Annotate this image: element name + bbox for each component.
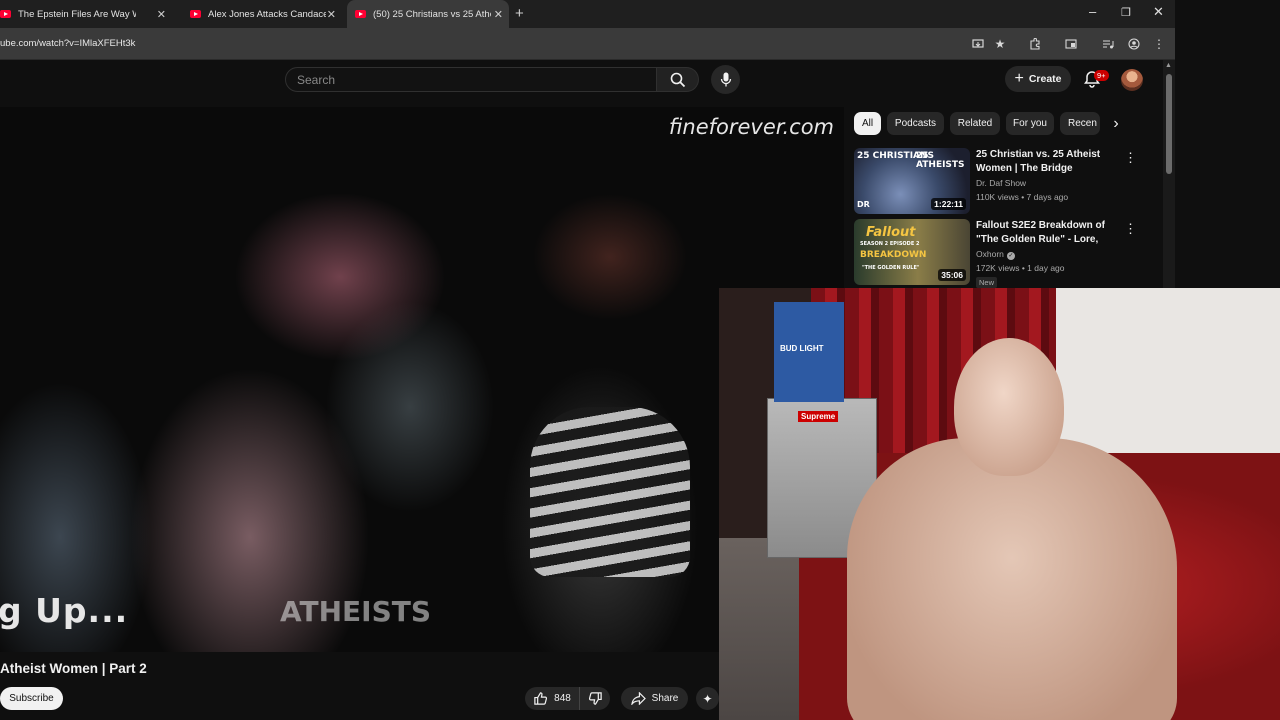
webcam-wall — [1051, 288, 1280, 468]
scroll-up-arrow-icon[interactable]: ▲ — [1165, 62, 1172, 69]
thumbnail-text: "THE GOLDEN RULE" — [862, 265, 920, 271]
chip-related[interactable]: Related — [950, 112, 1000, 135]
share-label: Share — [651, 693, 679, 704]
close-window-icon[interactable]: ✕ — [1153, 4, 1164, 20]
browser-menu-icon[interactable]: ⋮ — [1151, 36, 1167, 52]
like-count: 848 — [554, 693, 571, 704]
tab-title: (50) 25 Christians vs 25 Atheist — [373, 8, 491, 20]
address-bar: ube.com/watch?v=IMlaXFEHt3k ★ ⋮ — [0, 28, 1175, 60]
bookmark-star-icon[interactable]: ★ — [992, 36, 1008, 52]
beer-box-label: BUD LIGHT — [780, 344, 824, 353]
search-icon — [670, 72, 685, 87]
video-frame — [0, 107, 844, 652]
video-frame-sweater — [530, 407, 690, 577]
recommendation-item[interactable]: Fallout SEASON 2 EPISODE 2 BREAKDOWN "TH… — [854, 219, 1154, 288]
media-control-icon[interactable] — [1100, 36, 1116, 52]
youtube-favicon-icon — [190, 10, 201, 18]
create-button[interactable]: + Create — [1005, 66, 1071, 92]
chip-all[interactable]: All — [854, 112, 881, 135]
create-label: Create — [1028, 73, 1062, 85]
install-app-icon[interactable] — [970, 36, 986, 52]
scroll-thumb[interactable] — [1166, 74, 1172, 174]
youtube-favicon-icon — [355, 10, 366, 18]
youtube-favicon-icon — [0, 10, 11, 18]
browser-tab[interactable]: Alex Jones Attacks Candace Ov ✕ — [182, 0, 342, 28]
recommendation-title[interactable]: Fallout S2E2 Breakdown of "The Golden Ru… — [976, 219, 1124, 247]
chip-for-you[interactable]: For you — [1006, 112, 1054, 135]
like-dislike-group: 848 — [525, 687, 610, 710]
like-button[interactable]: 848 — [525, 687, 580, 710]
close-tab-icon[interactable]: ✕ — [157, 8, 166, 21]
video-title: Atheist Women | Part 2 — [0, 661, 147, 676]
browser-tab[interactable]: The Epstein Files Are Way Wors ✕ — [0, 0, 172, 28]
thumbnail-text: BREAKDOWN — [860, 250, 927, 260]
webcam-overlay: Supreme BUD LIGHT — [719, 288, 1280, 720]
search-input[interactable] — [286, 68, 656, 91]
thumbnail-text: SEASON 2 EPISODE 2 — [860, 241, 920, 247]
thumbnail-logo: DR — [857, 200, 870, 209]
profile-icon[interactable] — [1126, 36, 1142, 52]
search-box[interactable] — [285, 67, 657, 92]
more-options-icon[interactable]: ⋮ — [1124, 150, 1137, 166]
video-duration: 1:22:11 — [931, 198, 966, 210]
fridge-sticker: Supreme — [798, 411, 839, 422]
video-player[interactable]: fineforever.com g Up... ATHEISTS — [0, 107, 844, 652]
video-thumbnail[interactable]: Fallout SEASON 2 EPISODE 2 BREAKDOWN "TH… — [854, 219, 970, 285]
thumbnail-text: Fallout — [866, 225, 916, 240]
url-field[interactable]: ube.com/watch?v=IMlaXFEHt3k — [0, 38, 135, 49]
video-watermark: fineforever.com — [668, 115, 834, 139]
channel-name[interactable]: Dr. Daf Show — [976, 178, 1026, 188]
sidebar-scrollbar[interactable]: ▲ — [1163, 60, 1175, 290]
more-options-icon[interactable]: ⋮ — [1124, 221, 1137, 237]
thumbs-down-icon — [588, 692, 602, 705]
voice-search-button[interactable] — [711, 65, 740, 94]
share-arrow-icon — [630, 692, 646, 705]
tab-title: Alex Jones Attacks Candace Ov — [208, 8, 326, 20]
close-tab-icon[interactable]: ✕ — [494, 8, 503, 21]
avatar[interactable] — [1121, 69, 1143, 91]
subscribe-button[interactable]: Subscribe — [0, 687, 63, 710]
search-button[interactable] — [657, 67, 699, 92]
tab-title: The Epstein Files Are Way Wors — [18, 8, 136, 20]
webcam-person — [847, 438, 1177, 720]
verified-check-icon: ✓ — [1006, 252, 1015, 260]
browser-tab-strip: The Epstein Files Are Way Wors ✕ Alex Jo… — [0, 0, 1175, 28]
video-overlay-text: g Up... — [0, 591, 129, 630]
video-thumbnail[interactable]: 25 CHRISTIANS 25 ATHEISTS DR 1:22:11 — [854, 148, 970, 214]
browser-tab-active[interactable]: (50) 25 Christians vs 25 Atheist ✕ — [347, 0, 509, 28]
new-tab-icon[interactable]: + — [515, 5, 524, 22]
webcam-beer-box: BUD LIGHT — [774, 302, 844, 402]
channel-name-text: Oxhorn — [976, 249, 1004, 259]
webcam-person-head — [954, 338, 1064, 476]
recommendation-title[interactable]: 25 Christian vs. 25 Atheist Women | The … — [976, 148, 1124, 176]
video-meta: 172K views • 1 day ago — [976, 263, 1065, 273]
thumbnail-text: 25 ATHEISTS — [916, 151, 965, 170]
microphone-icon — [720, 72, 731, 87]
restore-icon[interactable]: ❐ — [1121, 6, 1131, 19]
plus-icon: + — [1014, 70, 1024, 87]
channel-name[interactable]: Oxhorn ✓ — [976, 249, 1015, 260]
close-tab-icon[interactable]: ✕ — [327, 8, 336, 21]
minimize-icon[interactable]: – — [1089, 4, 1096, 19]
video-duration: 35:06 — [938, 269, 966, 281]
chevron-right-icon[interactable]: › — [1107, 115, 1125, 133]
split-view-icon[interactable] — [1063, 36, 1079, 52]
thumbs-up-icon — [534, 692, 548, 705]
chip-podcasts[interactable]: Podcasts — [887, 112, 944, 135]
chip-recent[interactable]: Recen — [1060, 112, 1100, 135]
screen: The Epstein Files Are Way Wors ✕ Alex Jo… — [0, 0, 1280, 720]
recommendation-item[interactable]: 25 CHRISTIANS 25 ATHEISTS DR 1:22:11 25 … — [854, 148, 1154, 214]
dislike-button[interactable] — [581, 687, 610, 710]
notification-badge: 9+ — [1094, 70, 1109, 81]
video-overlay-text: ATHEISTS — [280, 595, 432, 628]
video-meta: 110K views • 7 days ago — [976, 192, 1069, 202]
ask-ai-sparkle-icon[interactable]: ✦ — [696, 687, 719, 710]
extensions-icon[interactable] — [1027, 36, 1043, 52]
share-button[interactable]: Share — [621, 687, 688, 710]
new-badge: New — [976, 277, 998, 288]
